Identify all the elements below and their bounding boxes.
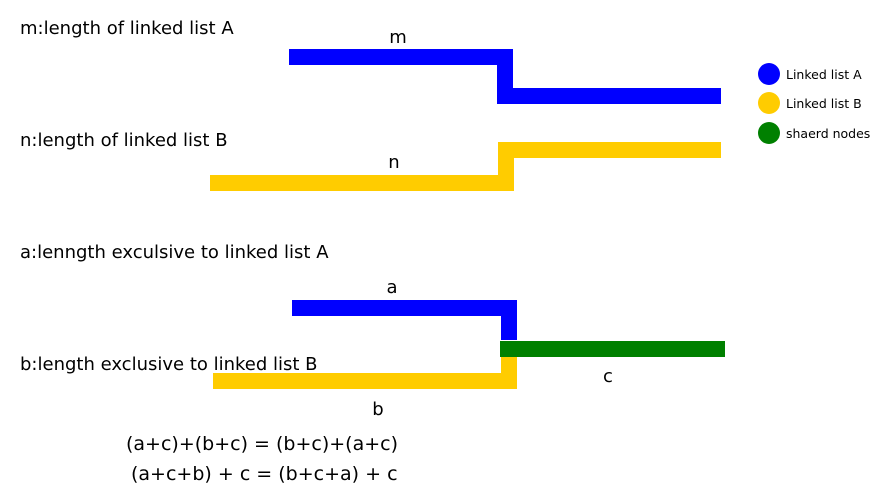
definition-b: b:length exclusive to linked list B <box>20 354 318 375</box>
shared-nodes-bar <box>500 341 725 357</box>
legend-swatch-list-a <box>758 63 780 85</box>
legend-swatch-list-b <box>758 92 780 114</box>
definition-m: m:length of linked list A <box>20 18 234 39</box>
list-b-path-n <box>210 142 721 191</box>
legend-label-list-b: Linked list B <box>786 96 862 111</box>
segment-label-a: a <box>386 277 397 298</box>
list-a-exclusive-path <box>292 300 517 340</box>
legend: Linked list A Linked list B shaerd nodes <box>758 63 870 144</box>
definition-a: a:lenngth exculsive to linked list A <box>20 242 329 263</box>
list-a-path-m <box>289 49 721 104</box>
segment-label-n: n <box>388 152 399 173</box>
equation-1: (a+c)+(b+c) = (b+c)+(a+c) <box>126 433 398 455</box>
linked-list-diagram: m:length of linked list A n:length of li… <box>20 18 870 485</box>
segment-label-b: b <box>372 399 383 420</box>
legend-label-list-a: Linked list A <box>786 67 862 82</box>
segment-label-c: c <box>603 366 613 387</box>
legend-swatch-shared <box>758 122 780 144</box>
definition-n: n:length of linked list B <box>20 130 228 151</box>
legend-label-shared: shaerd nodes <box>786 126 870 141</box>
equation-2: (a+c+b) + c = (b+c+a) + c <box>131 463 398 485</box>
segment-label-m: m <box>389 27 407 48</box>
